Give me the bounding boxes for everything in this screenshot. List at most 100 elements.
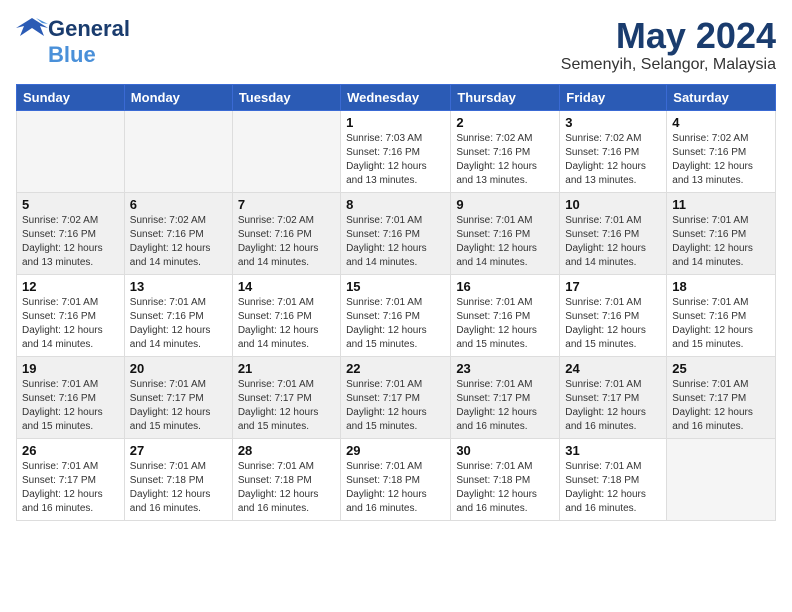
day-number: 16 <box>456 279 554 294</box>
day-cell-27: 27 Sunrise: 7:01 AMSunset: 7:18 PMDayligh… <box>124 438 232 520</box>
week-row-1: 1 Sunrise: 7:03 AMSunset: 7:16 PMDaylight… <box>17 110 776 192</box>
page-header: General Blue May 2024 Semenyih, Selangor… <box>16 16 776 74</box>
day-cell-25: 25Sunrise: 7:01 AMSunset: 7:17 PMDayligh… <box>667 356 776 438</box>
day-info: Sunrise: 7:02 AMSunset: 7:16 PMDaylight:… <box>238 214 335 270</box>
day-cell-6: 6Sunrise: 7:02 AMSunset: 7:16 PMDaylight… <box>124 192 232 274</box>
day-cell-5: 5 Sunrise: 7:02 AMSunset: 7:16 PMDaylight… <box>17 192 125 274</box>
empty-cell <box>232 110 340 192</box>
day-number: 1 <box>346 115 445 130</box>
empty-cell <box>17 110 125 192</box>
day-cell-26: 26 Sunrise: 7:01 AMSunset: 7:17 PMDayligh… <box>17 438 125 520</box>
day-number: 25 <box>672 361 770 376</box>
day-info: Sunrise: 7:01 AMSunset: 7:16 PMDaylight:… <box>346 296 445 352</box>
empty-cell <box>667 438 776 520</box>
day-cell-3: 3 Sunrise: 7:02 AMSunset: 7:16 PMDaylight… <box>560 110 667 192</box>
day-cell-15: 15 Sunrise: 7:01 AMSunset: 7:16 PMDayligh… <box>341 274 451 356</box>
day-cell-23: 23Sunrise: 7:01 AMSunset: 7:17 PMDayligh… <box>451 356 560 438</box>
month-title: May 2024 <box>561 16 776 56</box>
day-number: 31 <box>565 443 661 458</box>
day-cell-24: 24 Sunrise: 7:01 AMSunset: 7:17 PMDayligh… <box>560 356 667 438</box>
day-number: 15 <box>346 279 445 294</box>
day-info: Sunrise: 7:01 AMSunset: 7:17 PMDaylight:… <box>456 378 554 434</box>
weekday-header-wednesday: Wednesday <box>341 84 451 110</box>
location: Semenyih, Selangor, Malaysia <box>561 56 776 74</box>
day-cell-13: 13Sunrise: 7:01 AMSunset: 7:16 PMDayligh… <box>124 274 232 356</box>
day-cell-7: 7Sunrise: 7:02 AMSunset: 7:16 PMDaylight… <box>232 192 340 274</box>
day-info: Sunrise: 7:01 AMSunset: 7:16 PMDaylight:… <box>672 214 770 270</box>
day-number: 11 <box>672 197 770 212</box>
day-number: 4 <box>672 115 770 130</box>
day-number: 2 <box>456 115 554 130</box>
calendar-table: SundayMondayTuesdayWednesdayThursdayFrid… <box>16 84 776 521</box>
day-cell-28: 28 Sunrise: 7:01 AMSunset: 7:18 PMDayligh… <box>232 438 340 520</box>
day-info: Sunrise: 7:01 AMSunset: 7:18 PMDaylight:… <box>565 460 661 516</box>
day-info: Sunrise: 7:01 AMSunset: 7:16 PMDaylight:… <box>130 296 227 352</box>
day-cell-20: 20 Sunrise: 7:01 AMSunset: 7:17 PMDayligh… <box>124 356 232 438</box>
day-info: Sunrise: 7:01 AMSunset: 7:18 PMDaylight:… <box>346 460 445 516</box>
day-cell-31: 31 Sunrise: 7:01 AMSunset: 7:18 PMDayligh… <box>560 438 667 520</box>
day-info: Sunrise: 7:01 AMSunset: 7:16 PMDaylight:… <box>22 378 119 434</box>
day-cell-21: 21Sunrise: 7:01 AMSunset: 7:17 PMDayligh… <box>232 356 340 438</box>
day-number: 21 <box>238 361 335 376</box>
day-info: Sunrise: 7:01 AMSunset: 7:16 PMDaylight:… <box>565 214 661 270</box>
day-cell-4: 4 Sunrise: 7:02 AMSunset: 7:16 PMDaylight… <box>667 110 776 192</box>
day-number: 27 <box>130 443 227 458</box>
day-cell-10: 10Sunrise: 7:01 AMSunset: 7:16 PMDayligh… <box>560 192 667 274</box>
day-number: 28 <box>238 443 335 458</box>
day-info: Sunrise: 7:02 AMSunset: 7:16 PMDaylight:… <box>565 132 661 188</box>
day-cell-11: 11 Sunrise: 7:01 AMSunset: 7:16 PMDayligh… <box>667 192 776 274</box>
logo-bird-icon <box>16 16 48 42</box>
day-info: Sunrise: 7:01 AMSunset: 7:17 PMDaylight:… <box>22 460 119 516</box>
week-row-2: 5 Sunrise: 7:02 AMSunset: 7:16 PMDaylight… <box>17 192 776 274</box>
day-cell-18: 18Sunrise: 7:01 AMSunset: 7:16 PMDayligh… <box>667 274 776 356</box>
day-number: 26 <box>22 443 119 458</box>
day-number: 8 <box>346 197 445 212</box>
day-info: Sunrise: 7:01 AMSunset: 7:17 PMDaylight:… <box>130 378 227 434</box>
day-number: 14 <box>238 279 335 294</box>
day-info: Sunrise: 7:02 AMSunset: 7:16 PMDaylight:… <box>22 214 119 270</box>
weekday-header-saturday: Saturday <box>667 84 776 110</box>
day-info: Sunrise: 7:02 AMSunset: 7:16 PMDaylight:… <box>456 132 554 188</box>
day-cell-30: 30 Sunrise: 7:01 AMSunset: 7:18 PMDayligh… <box>451 438 560 520</box>
day-number: 17 <box>565 279 661 294</box>
day-info: Sunrise: 7:01 AMSunset: 7:17 PMDaylight:… <box>346 378 445 434</box>
weekday-header-tuesday: Tuesday <box>232 84 340 110</box>
day-info: Sunrise: 7:01 AMSunset: 7:16 PMDaylight:… <box>456 214 554 270</box>
day-cell-2: 2 Sunrise: 7:02 AMSunset: 7:16 PMDaylight… <box>451 110 560 192</box>
day-info: Sunrise: 7:01 AMSunset: 7:18 PMDaylight:… <box>456 460 554 516</box>
day-info: Sunrise: 7:01 AMSunset: 7:18 PMDaylight:… <box>238 460 335 516</box>
day-info: Sunrise: 7:01 AMSunset: 7:16 PMDaylight:… <box>565 296 661 352</box>
day-cell-19: 19 Sunrise: 7:01 AMSunset: 7:16 PMDayligh… <box>17 356 125 438</box>
day-number: 12 <box>22 279 119 294</box>
day-cell-12: 12 Sunrise: 7:01 AMSunset: 7:16 PMDayligh… <box>17 274 125 356</box>
day-number: 20 <box>130 361 227 376</box>
logo-blue: Blue <box>48 42 96 68</box>
day-info: Sunrise: 7:03 AMSunset: 7:16 PMDaylight:… <box>346 132 445 188</box>
day-number: 29 <box>346 443 445 458</box>
day-number: 5 <box>22 197 119 212</box>
day-info: Sunrise: 7:02 AMSunset: 7:16 PMDaylight:… <box>672 132 770 188</box>
day-info: Sunrise: 7:01 AMSunset: 7:16 PMDaylight:… <box>238 296 335 352</box>
day-info: Sunrise: 7:01 AMSunset: 7:17 PMDaylight:… <box>565 378 661 434</box>
week-row-5: 26 Sunrise: 7:01 AMSunset: 7:17 PMDayligh… <box>17 438 776 520</box>
day-cell-14: 14 Sunrise: 7:01 AMSunset: 7:16 PMDayligh… <box>232 274 340 356</box>
day-cell-1: 1 Sunrise: 7:03 AMSunset: 7:16 PMDaylight… <box>341 110 451 192</box>
weekday-header-friday: Friday <box>560 84 667 110</box>
weekday-header-sunday: Sunday <box>17 84 125 110</box>
day-info: Sunrise: 7:01 AMSunset: 7:18 PMDaylight:… <box>130 460 227 516</box>
day-number: 22 <box>346 361 445 376</box>
day-number: 9 <box>456 197 554 212</box>
day-number: 18 <box>672 279 770 294</box>
logo: General Blue <box>16 16 130 68</box>
day-info: Sunrise: 7:01 AMSunset: 7:16 PMDaylight:… <box>22 296 119 352</box>
week-row-3: 12 Sunrise: 7:01 AMSunset: 7:16 PMDayligh… <box>17 274 776 356</box>
day-cell-29: 29 Sunrise: 7:01 AMSunset: 7:18 PMDayligh… <box>341 438 451 520</box>
week-row-4: 19 Sunrise: 7:01 AMSunset: 7:16 PMDayligh… <box>17 356 776 438</box>
day-number: 19 <box>22 361 119 376</box>
day-number: 24 <box>565 361 661 376</box>
day-info: Sunrise: 7:01 AMSunset: 7:16 PMDaylight:… <box>456 296 554 352</box>
day-number: 3 <box>565 115 661 130</box>
day-number: 30 <box>456 443 554 458</box>
day-cell-22: 22 Sunrise: 7:01 AMSunset: 7:17 PMDayligh… <box>341 356 451 438</box>
day-number: 6 <box>130 197 227 212</box>
